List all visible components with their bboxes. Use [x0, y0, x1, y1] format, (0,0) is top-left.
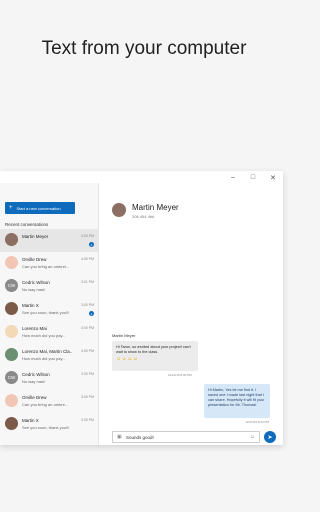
incoming-message: Hi Taron, so excited about your project!… [112, 341, 198, 371]
conversation-preview: How much did you pay... [22, 356, 66, 361]
conversation-time: 4:00 PM [80, 257, 94, 261]
emoji-reactions: ☺☺☺☺ [116, 356, 139, 362]
conversation-item[interactable]: Martin X See you soon, thank you!!! 3:00 P… [0, 298, 99, 321]
page-headline: Text from your computer [41, 38, 247, 59]
conversation-time: 3:00 PM [80, 395, 94, 399]
close-icon[interactable]: ✕ [266, 174, 280, 182]
conversation-time: 3:00 PM [80, 303, 94, 307]
conversation-name: Lorenzo Mai [22, 326, 47, 331]
conversation-time: 3:00 PM [80, 349, 94, 353]
new-conversation-label: Start a new conversation [16, 205, 61, 211]
avatar [5, 394, 18, 407]
conversation-time: 3:01 PM [80, 280, 94, 284]
conversation-item[interactable]: Orville Drew Can you bring an umbrel... 4:… [0, 252, 99, 275]
contact-avatar [112, 203, 126, 217]
avatar [5, 233, 18, 246]
outgoing-timestamp: 12/22/19 8:10 PM [245, 420, 269, 424]
conversation-name: Cedric Wilson [22, 280, 50, 285]
conversation-time: 3:00 PM [80, 418, 94, 422]
conversation-item[interactable]: Lorenzo Mai, Martin Cla... How much did y… [0, 344, 99, 367]
conversation-item[interactable]: CW Cedric Wilson No way man! 3:00 PM [0, 367, 99, 390]
conversation-name: Martin X [22, 418, 39, 423]
conversation-preview: See you soon, thank you!!! [22, 310, 70, 315]
conversation-time: 4:00 PM [80, 234, 94, 238]
conversation-preview: Can you bring an umbre... [22, 402, 69, 407]
image-icon[interactable]: ▣ [117, 434, 122, 440]
unread-badge: 1 [89, 311, 94, 316]
minimize-icon[interactable]: – [226, 174, 240, 181]
conversation-item[interactable]: Lorenzo Mai How much did you pay... 3:00 P… [0, 321, 99, 344]
conversation-preview: No way man! [22, 379, 46, 384]
avatar [5, 256, 18, 269]
avatar [5, 348, 18, 361]
avatar [5, 325, 18, 338]
conversation-preview: Can you bring an umbrel... [22, 264, 70, 269]
conversation-sidebar: + Start a new conversation Recent conver… [0, 183, 99, 445]
avatar: CW [5, 371, 18, 384]
unread-badge: 1 [89, 242, 94, 247]
conversation-item[interactable]: CW Cedric Wilson No way man! 3:01 PM [0, 275, 99, 298]
incoming-message-text: Hi Taron, so excited about your project!… [116, 345, 191, 354]
incoming-timestamp: 12/22/19 8:00 PM [168, 373, 192, 377]
app-window: – □ ✕ + Start a new conversation Recent … [0, 171, 283, 445]
conversation-name: Orville Drew [22, 257, 47, 262]
outgoing-message-text: Hi Martin, Yes let me find it. I saved o… [208, 388, 265, 407]
conversation-name: Cedric Wilson [22, 372, 50, 377]
avatar [5, 417, 18, 430]
recent-conversations-label: Recent conversations [5, 222, 49, 227]
conversation-name: Martin Meyer [22, 234, 49, 239]
conversation-preview: How much did you pay... [22, 333, 66, 338]
conversation-name: Orville Drew [22, 395, 47, 400]
maximize-icon[interactable]: □ [246, 174, 260, 181]
conversation-preview: See you soon, thank you!!! [22, 425, 70, 430]
contact-phone: 206 454 4## [132, 214, 155, 219]
message-input[interactable] [126, 433, 236, 442]
conversation-preview: No way man! [22, 287, 46, 292]
emoji-icon[interactable]: ☺ [250, 434, 255, 440]
conversation-time: 3:00 PM [80, 326, 94, 330]
incoming-sender: Martin Meyer [112, 333, 136, 338]
avatar [5, 302, 18, 315]
chat-pane: Martin Meyer 206 454 4## Martin Meyer Hi… [100, 183, 283, 445]
send-button[interactable]: ➤ [264, 431, 276, 443]
outgoing-message: Hi Martin, Yes let me find it. I saved o… [204, 384, 270, 418]
new-conversation-button[interactable]: + Start a new conversation [5, 202, 75, 214]
avatar: CW [5, 279, 18, 292]
conversation-name: Lorenzo Mai, Martin Cla... [22, 349, 72, 354]
conversation-name: Martin X [22, 303, 39, 308]
plus-icon: + [9, 205, 13, 211]
conversation-time: 3:00 PM [80, 372, 94, 376]
message-composer: ▣ ☺ [112, 431, 260, 443]
conversation-item[interactable]: Martin X See you soon, thank you!!! 3:00 P… [0, 413, 99, 436]
conversation-item[interactable]: Orville Drew Can you bring an umbre... 3:0… [0, 390, 99, 413]
conversation-item[interactable]: Martin Meyer 4:00 PM 1 [0, 229, 99, 252]
send-icon: ➤ [267, 434, 273, 441]
contact-name: Martin Meyer [132, 203, 179, 212]
